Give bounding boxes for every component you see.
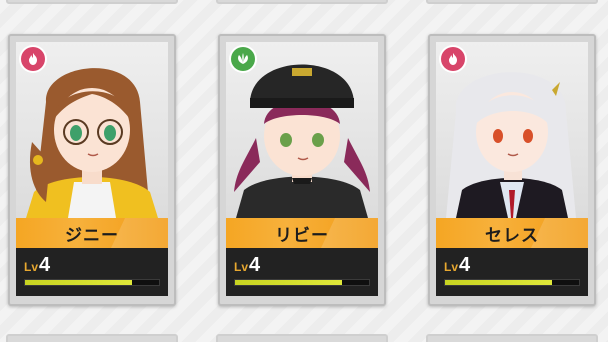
exp-fill xyxy=(25,280,133,285)
character-card-libby[interactable]: リビー Lv 4 xyxy=(218,34,386,306)
level-label: Lv xyxy=(444,260,459,274)
level-row: Lv 4 xyxy=(24,254,160,278)
exp-fill xyxy=(445,280,553,285)
partial-card-top-right[interactable] xyxy=(426,0,598,4)
character-name: セレス xyxy=(485,225,539,246)
character-name-bar: セレス xyxy=(436,218,588,248)
level-row: Lv 4 xyxy=(444,254,580,278)
level-value: 4 xyxy=(459,254,471,276)
character-name: リビー xyxy=(275,225,329,246)
character-info: Lv 4 xyxy=(16,248,168,296)
character-card-jinny[interactable]: ジニー Lv 4 xyxy=(8,34,176,306)
exp-bar xyxy=(444,279,580,286)
exp-bar xyxy=(24,279,160,286)
character-name-bar: リビー xyxy=(226,218,378,248)
character-info: Lv 4 xyxy=(436,248,588,296)
flame-element-icon xyxy=(21,47,45,71)
character-card-celes[interactable]: セレス Lv 4 xyxy=(428,34,596,306)
character-name: ジニー xyxy=(65,225,119,246)
partial-card-top-left[interactable] xyxy=(6,0,178,4)
level-label: Lv xyxy=(24,260,39,274)
character-name-bar: ジニー xyxy=(16,218,168,248)
partial-card-top-middle[interactable] xyxy=(216,0,388,4)
partial-card-bottom-right[interactable] xyxy=(426,334,598,342)
character-portrait xyxy=(16,42,168,218)
exp-bar xyxy=(234,279,370,286)
level-row: Lv 4 xyxy=(234,254,370,278)
exp-fill xyxy=(235,280,343,285)
character-portrait xyxy=(436,42,588,218)
level-value: 4 xyxy=(249,254,261,276)
level-value: 4 xyxy=(39,254,51,276)
partial-card-bottom-middle[interactable] xyxy=(216,334,388,342)
character-info: Lv 4 xyxy=(226,248,378,296)
partial-card-bottom-left[interactable] xyxy=(6,334,178,342)
leaf-element-icon xyxy=(231,47,255,71)
level-label: Lv xyxy=(234,260,249,274)
flame-element-icon xyxy=(441,47,465,71)
character-portrait xyxy=(226,42,378,218)
